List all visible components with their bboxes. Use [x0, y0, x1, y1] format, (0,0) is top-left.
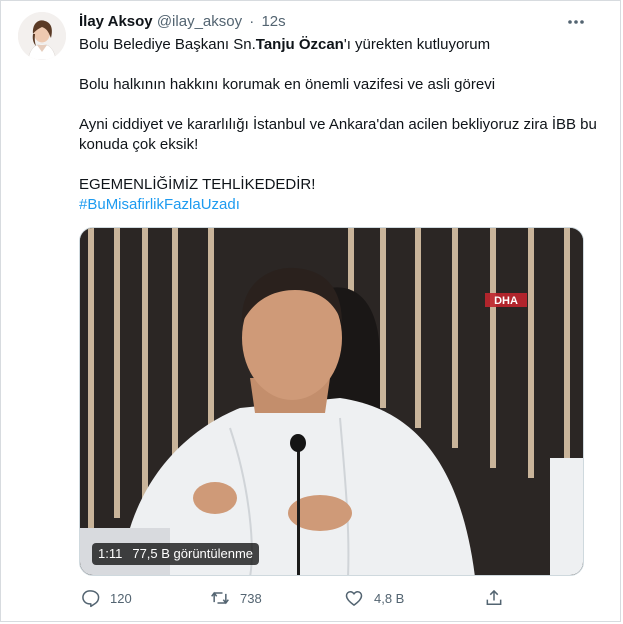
- author-name[interactable]: İlay Aksoy: [79, 13, 153, 30]
- text-suffix: 'ı yürekten kutluyorum: [343, 36, 491, 53]
- mention-name: Tanju Özcan: [255, 36, 344, 53]
- video-badge: 1:11 77,5 B görüntülenme: [92, 543, 260, 565]
- separator-dot: ·: [249, 13, 255, 30]
- reply-count: 120: [110, 590, 132, 606]
- retweet-count: 738: [240, 590, 262, 606]
- video-player[interactable]: DHA: [79, 227, 584, 576]
- text-prefix: Bolu Belediye Başkanı Sn.: [79, 36, 256, 53]
- watermark-text: DHA: [494, 295, 518, 307]
- tweet-line-2: Bolu halkının hakkını korumak en önemli …: [79, 76, 496, 93]
- author-handle[interactable]: @ilay_aksoy: [157, 13, 242, 30]
- retweet-button[interactable]: 738: [210, 588, 262, 608]
- like-button[interactable]: 4,8 B: [344, 588, 404, 608]
- tweet-line-4: EGEMENLİĞİMİZ TEHLİKEDEDİR!: [79, 176, 316, 193]
- tweet-line-1: Bolu Belediye Başkanı Sn.Tanju Özcan'ı y…: [79, 35, 599, 55]
- tweet-time[interactable]: 12s: [261, 13, 285, 30]
- tweet-line-3: Ayni ciddiyet ve kararlılığı İstanbul ve…: [79, 116, 597, 153]
- like-count: 4,8 B: [374, 590, 405, 606]
- avatar[interactable]: [18, 12, 66, 60]
- share-button[interactable]: [484, 588, 504, 608]
- share-icon: [486, 589, 502, 605]
- tweet-actions: 120 738 4,8 B: [0, 588, 621, 612]
- video-views: 77,5 B görüntülenme: [132, 546, 254, 561]
- tweet-header: İlay Aksoy @ilay_aksoy · 12s: [79, 12, 286, 32]
- more-icon[interactable]: [565, 11, 587, 33]
- reply-icon: [82, 590, 100, 608]
- tweet-text: Bolu Belediye Başkanı Sn.Tanju Özcan'ı y…: [79, 35, 599, 215]
- retweet-icon: [211, 591, 229, 605]
- video-duration: 1:11: [98, 546, 123, 561]
- reply-button[interactable]: 120: [80, 588, 132, 608]
- like-icon: [345, 591, 363, 606]
- hashtag-link[interactable]: #BuMisafirlikFazlaUzadı: [79, 195, 599, 215]
